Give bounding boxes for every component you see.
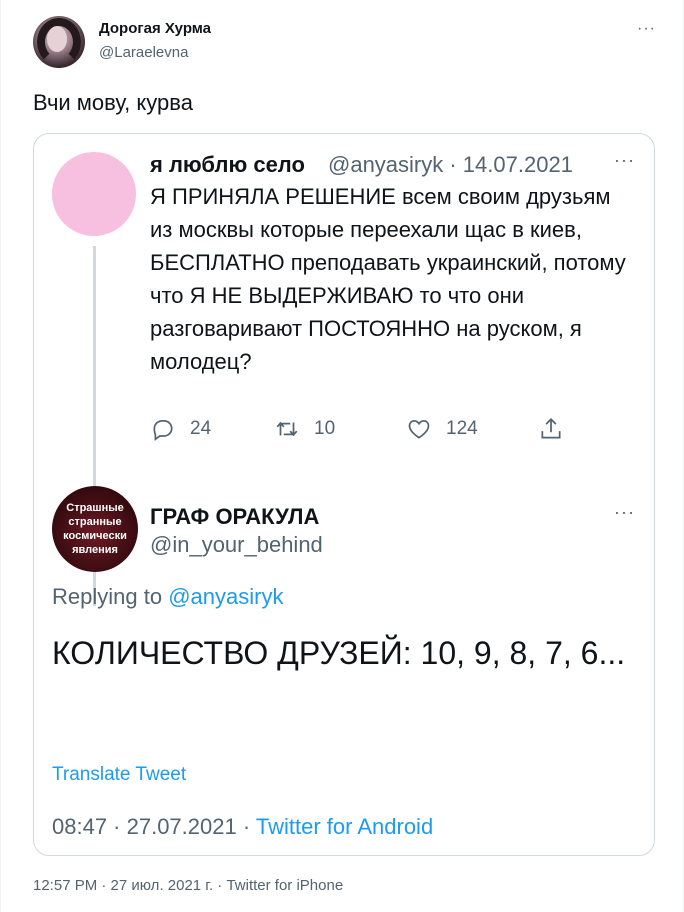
reply-tweet-text: КОЛИЧЕСТВО ДРУЗЕЙ: 10, 9, 8, 7, 6...: [52, 635, 626, 671]
more-dots-icon[interactable]: ···: [614, 150, 635, 171]
share-icon: [541, 418, 561, 439]
replying-to: Replying to @anyasiryk: [52, 584, 283, 610]
quoted-tweet-text: Я ПРИНЯЛА РЕШЕНИЕ всем своим друзьям из …: [150, 184, 626, 374]
avatar-text-line: явления: [72, 544, 118, 556]
avatar-face: [47, 26, 67, 52]
reply-source-link[interactable]: Twitter for Android: [256, 814, 433, 839]
reply-count: 24: [190, 418, 212, 439]
avatar-text-line: Страшные: [66, 502, 124, 514]
reply-author-name[interactable]: ГРАФ ОРАКУЛА: [150, 504, 319, 530]
quoted-author-meta[interactable]: @anyasiryk · 14.07.2021: [328, 152, 573, 178]
share-button[interactable]: [538, 414, 578, 444]
tweet-text: Вчи мову, курва: [33, 90, 193, 115]
reply-button[interactable]: 24: [150, 414, 211, 444]
avatar-text-line: космически: [63, 530, 127, 542]
quoted-author-avatar[interactable]: [52, 152, 136, 236]
heart-icon: [408, 420, 430, 439]
more-dots-icon[interactable]: ···: [614, 502, 635, 523]
tweet-timestamp[interactable]: 12:57 PM · 27 июл. 2021 г. · Twitter for…: [33, 877, 343, 894]
reply-author-handle[interactable]: @in_your_behind: [150, 532, 323, 558]
retweet-count: 10: [314, 418, 336, 439]
quoted-author-name[interactable]: я люблю село: [150, 152, 305, 178]
replying-mention-link[interactable]: @anyasiryk: [168, 584, 283, 609]
more-dots-icon[interactable]: ···: [637, 20, 656, 38]
tweet-actions: 24 10 124: [150, 414, 610, 444]
quote-card[interactable]: я люблю село @anyasiryk · 14.07.2021 ···…: [33, 133, 655, 856]
translate-tweet-link[interactable]: Translate Tweet: [52, 764, 186, 786]
reply-icon: [153, 420, 173, 442]
tweet: Дорогая Хурма @Laraelevna ··· Вчи мову, …: [0, 0, 684, 912]
replying-prefix: Replying to: [52, 584, 163, 609]
author-handle[interactable]: @Laraelevna: [99, 44, 188, 61]
reply-time[interactable]: 08:47 · 27.07.2021 ·: [52, 814, 256, 839]
avatar-text-line: странные: [68, 516, 122, 528]
retweet-icon: [276, 421, 298, 437]
author-avatar[interactable]: [33, 16, 85, 68]
author-name[interactable]: Дорогая Хурма: [99, 20, 211, 37]
reply-timestamp: 08:47 · 27.07.2021 · Twitter for Android: [52, 814, 433, 840]
retweet-button[interactable]: 10: [274, 414, 335, 444]
like-count: 124: [446, 418, 478, 439]
like-button[interactable]: 124: [406, 414, 478, 444]
reply-author-avatar[interactable]: Страшные странные космически явления: [52, 486, 138, 572]
